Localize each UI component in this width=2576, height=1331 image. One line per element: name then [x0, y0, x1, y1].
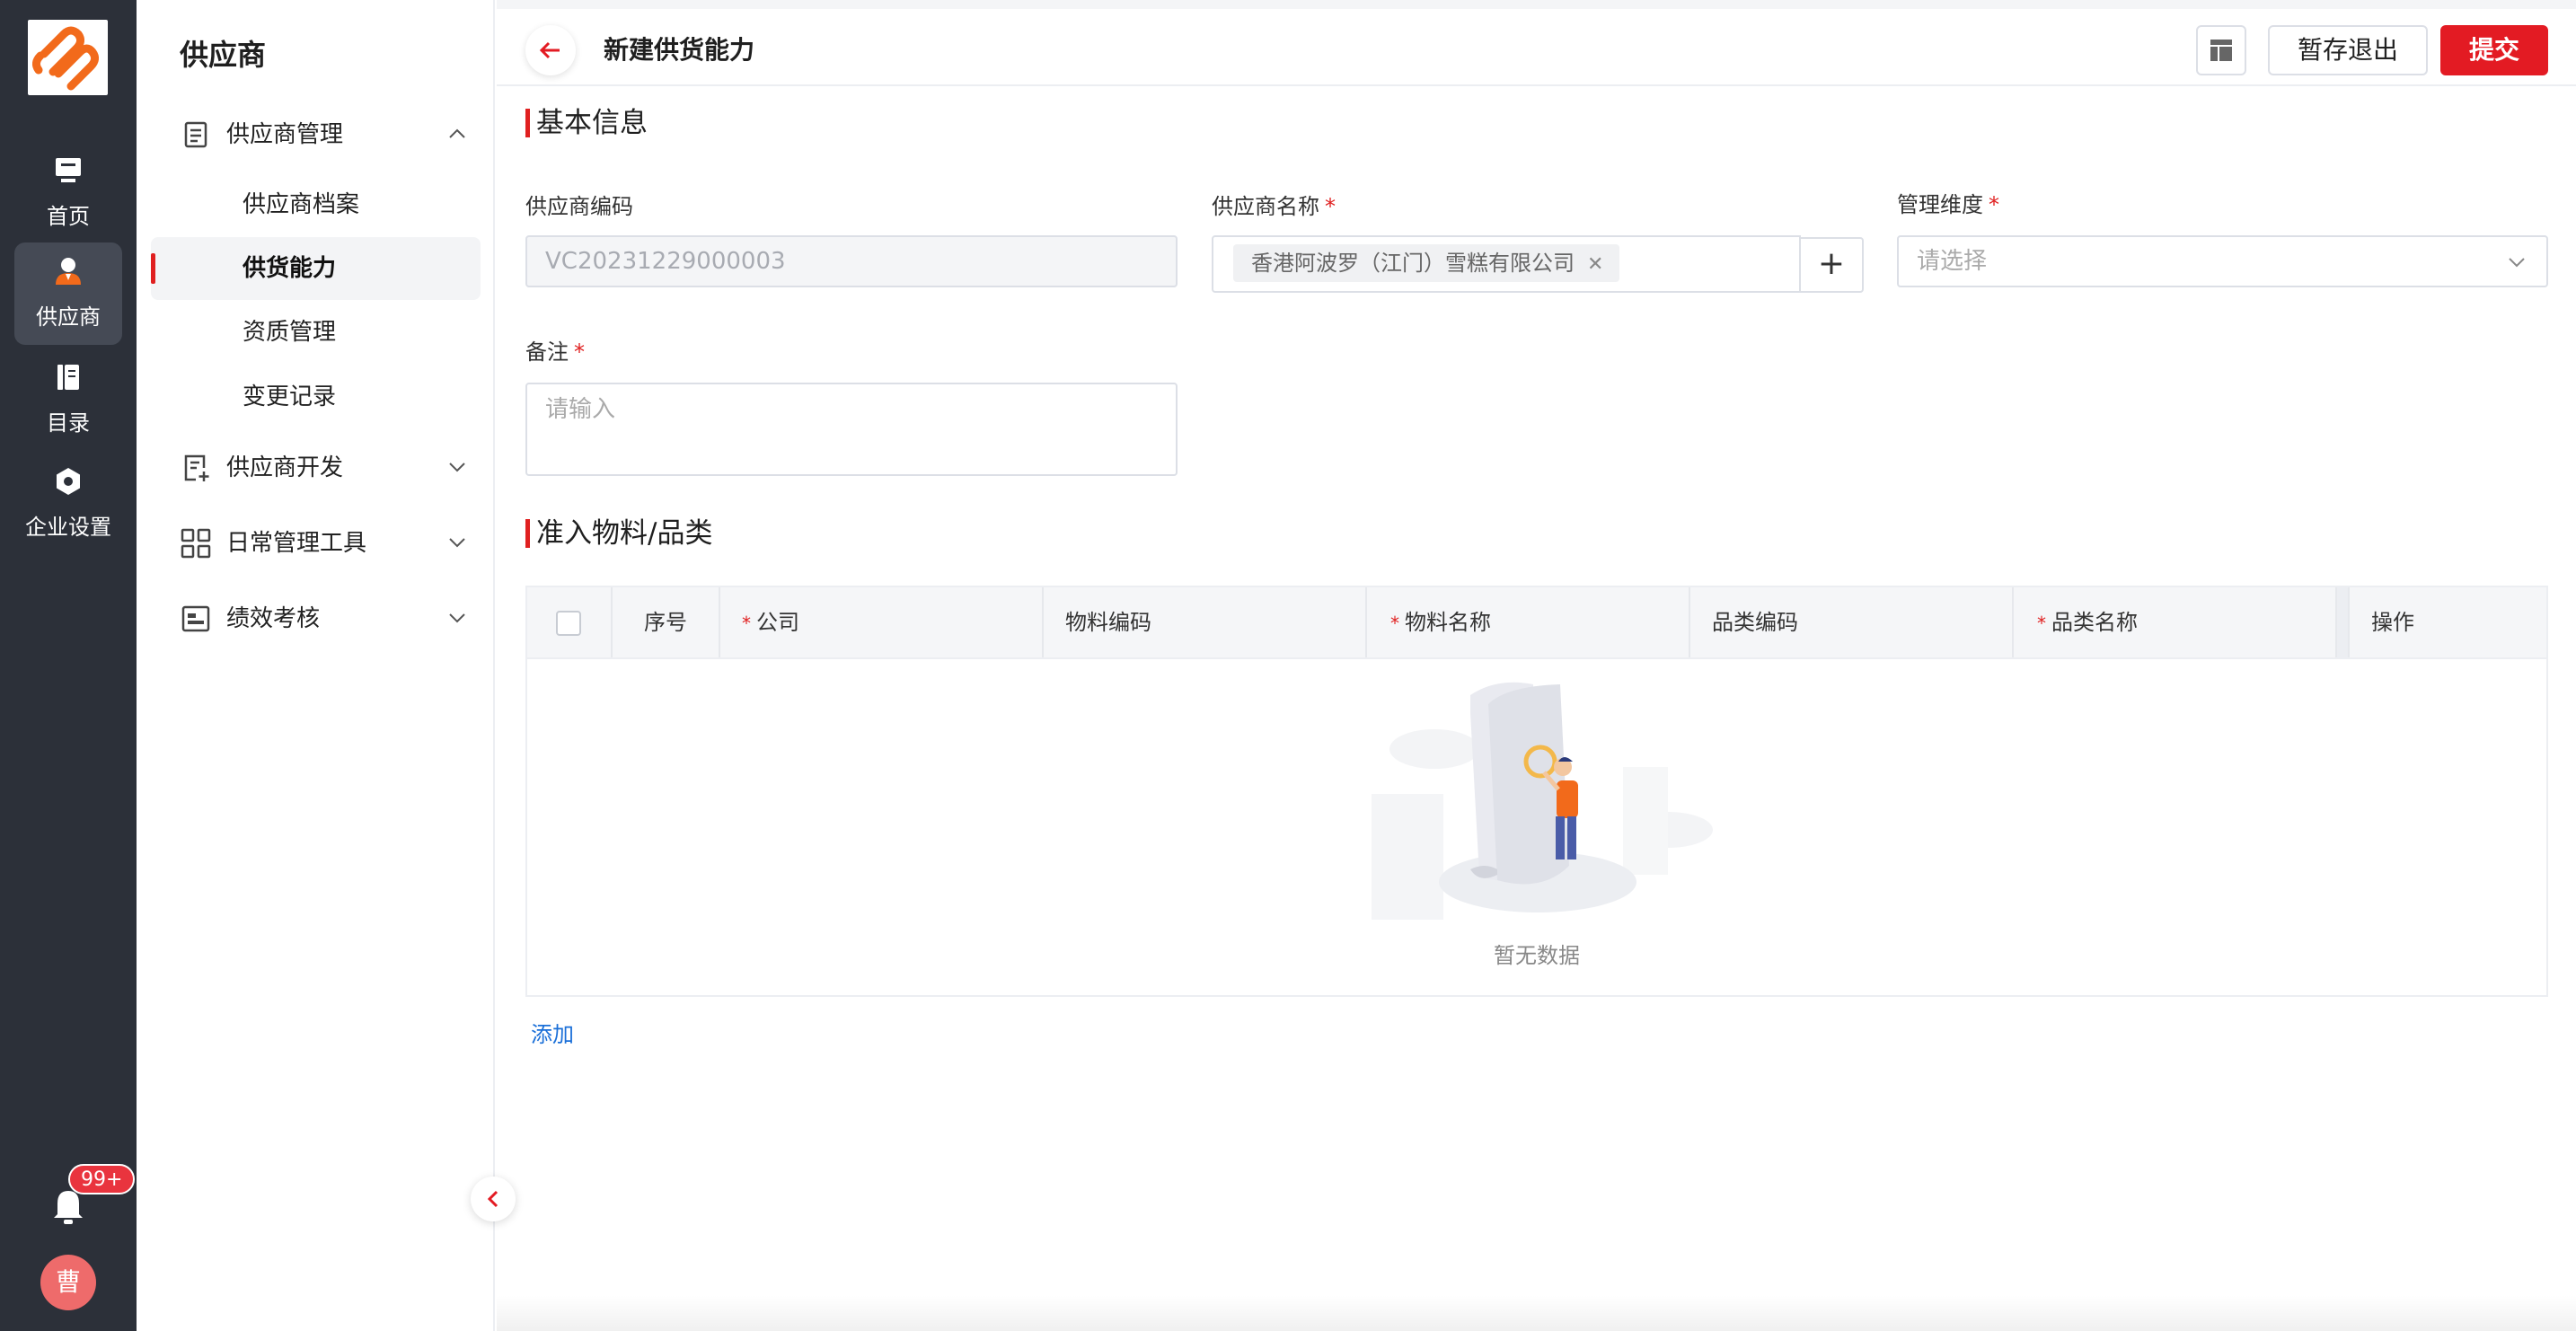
- rail-item-label: 供应商: [36, 304, 101, 330]
- column-material-name: * 物料名称: [1367, 587, 1690, 657]
- chevron-down-icon: [449, 463, 465, 472]
- menu-group-performance[interactable]: 绩效考核: [180, 599, 467, 639]
- settings-hex-icon: [57, 468, 80, 495]
- remark-label: 备注 *: [525, 339, 585, 365]
- back-button[interactable]: [525, 25, 576, 75]
- rail-item-enterprise-settings[interactable]: 企业设置: [14, 453, 122, 555]
- menu-group-supplier-development[interactable]: 供应商开发: [180, 448, 467, 488]
- main-content: 新建供货能力 暂存退出 提交 基本信息 供应商编码 VC202312290000…: [497, 0, 2576, 1331]
- catalog-icon: [57, 365, 79, 390]
- column-select: [527, 587, 613, 657]
- rail-item-label: 企业设置: [25, 515, 111, 540]
- empty-state-text: 暂无数据: [1494, 943, 1580, 968]
- chart-card-icon: [181, 605, 210, 632]
- section-title-basic: 基本信息: [525, 105, 648, 141]
- document-add-icon: [184, 454, 209, 481]
- dimension-label: 管理维度 *: [1897, 192, 1999, 217]
- menu-group-supplier-management[interactable]: 供应商管理: [180, 115, 467, 154]
- chevron-up-icon: [449, 128, 465, 138]
- chevron-down-icon: [2509, 258, 2525, 268]
- column-divider: [2337, 587, 2350, 657]
- rail-item-home[interactable]: 首页: [14, 142, 122, 244]
- select-all-checkbox[interactable]: [556, 611, 581, 636]
- column-category-code: 品类编码: [1690, 587, 2014, 657]
- rail-item-label: 首页: [47, 204, 90, 229]
- chevron-down-icon: [449, 538, 465, 548]
- submenu-title: 供应商: [180, 38, 267, 72]
- close-icon[interactable]: ✕: [1587, 246, 1603, 284]
- dimension-select[interactable]: 请选择: [1897, 235, 2548, 287]
- supplier-name-select[interactable]: 香港阿波罗（江门）雪糕有限公司 ✕: [1212, 235, 1801, 293]
- column-category-name: * 品类名称: [2014, 587, 2337, 657]
- supplier-name-label: 供应商名称 *: [1212, 194, 1336, 219]
- save-and-exit-button[interactable]: 暂存退出: [2268, 25, 2428, 75]
- add-row-link[interactable]: 添加: [531, 1020, 574, 1049]
- menu-item-change-log[interactable]: 变更记录: [151, 366, 481, 428]
- menu-item-label: 资质管理: [243, 319, 337, 346]
- rail-item-label: 目录: [47, 410, 90, 436]
- bottom-shadow: [497, 1295, 2576, 1331]
- menu-item-label: 供应商档案: [243, 191, 360, 218]
- menu-group-daily-tools[interactable]: 日常管理工具: [180, 524, 467, 563]
- plus-icon: +: [1817, 245, 1846, 282]
- table-header: 序号 * 公司 物料编码 * 物料名称 品类编码 * 品类名称 操作: [527, 587, 2546, 659]
- menu-item-supplier-archive[interactable]: 供应商档案: [151, 173, 481, 236]
- app-rail: 首页 供应商 目录 企业设置 99+ 曹: [0, 0, 137, 1331]
- layout-icon: [2210, 40, 2232, 61]
- supplier-code-input[interactable]: VC20231229000003: [525, 235, 1178, 287]
- empty-state-illustration: [1372, 682, 1713, 920]
- column-company: * 公司: [720, 587, 1044, 657]
- menu-group-label: 供应商管理: [226, 121, 344, 148]
- menu-group-label: 日常管理工具: [226, 530, 367, 557]
- menu-item-label: 供货能力: [243, 255, 337, 282]
- top-strip: [497, 0, 2576, 9]
- materials-table: 序号 * 公司 物料编码 * 物料名称 品类编码 * 品类名称 操作 暂无数据: [525, 586, 2548, 997]
- column-actions: 操作: [2371, 610, 2414, 635]
- menu-item-qualification[interactable]: 资质管理: [151, 301, 481, 364]
- supplier-code-label: 供应商编码: [525, 194, 633, 219]
- grid-apps-icon: [181, 528, 211, 559]
- submit-button[interactable]: 提交: [2440, 25, 2548, 75]
- section-title-materials: 准入物料/品类: [525, 516, 712, 551]
- person-icon: [56, 258, 81, 285]
- menu-group-label: 绩效考核: [226, 605, 321, 632]
- menu-item-supply-capability[interactable]: 供货能力: [151, 237, 481, 300]
- menu-group-label: 供应商开发: [226, 454, 344, 481]
- page-title: 新建供货能力: [604, 35, 755, 65]
- secondary-menu: 供应商 供应商管理 供应商档案 供货能力 资质管理 变更记录 供应商开发 日常管…: [137, 0, 495, 1331]
- menu-item-label: 变更记录: [243, 383, 337, 410]
- app-logo[interactable]: [28, 20, 108, 95]
- chevron-down-icon: [449, 613, 465, 623]
- monitor-icon: [56, 158, 81, 182]
- add-supplier-button[interactable]: +: [1799, 237, 1864, 293]
- layout-toggle-button[interactable]: [2196, 25, 2246, 75]
- column-index: 序号: [613, 587, 720, 657]
- notification-badge: 99+: [68, 1164, 136, 1194]
- remark-textarea[interactable]: 请输入: [525, 383, 1178, 476]
- rail-item-catalog[interactable]: 目录: [14, 348, 122, 451]
- arrow-left-icon: [539, 41, 560, 59]
- column-material-code: 物料编码: [1044, 587, 1367, 657]
- supplier-name-tag: 香港阿波罗（江门）雪糕有限公司 ✕: [1233, 244, 1620, 284]
- document-list-icon: [184, 121, 207, 148]
- rail-item-supplier[interactable]: 供应商: [14, 242, 122, 345]
- page-header: 新建供货能力 暂存退出 提交: [497, 9, 2576, 86]
- avatar[interactable]: 曹: [40, 1255, 96, 1310]
